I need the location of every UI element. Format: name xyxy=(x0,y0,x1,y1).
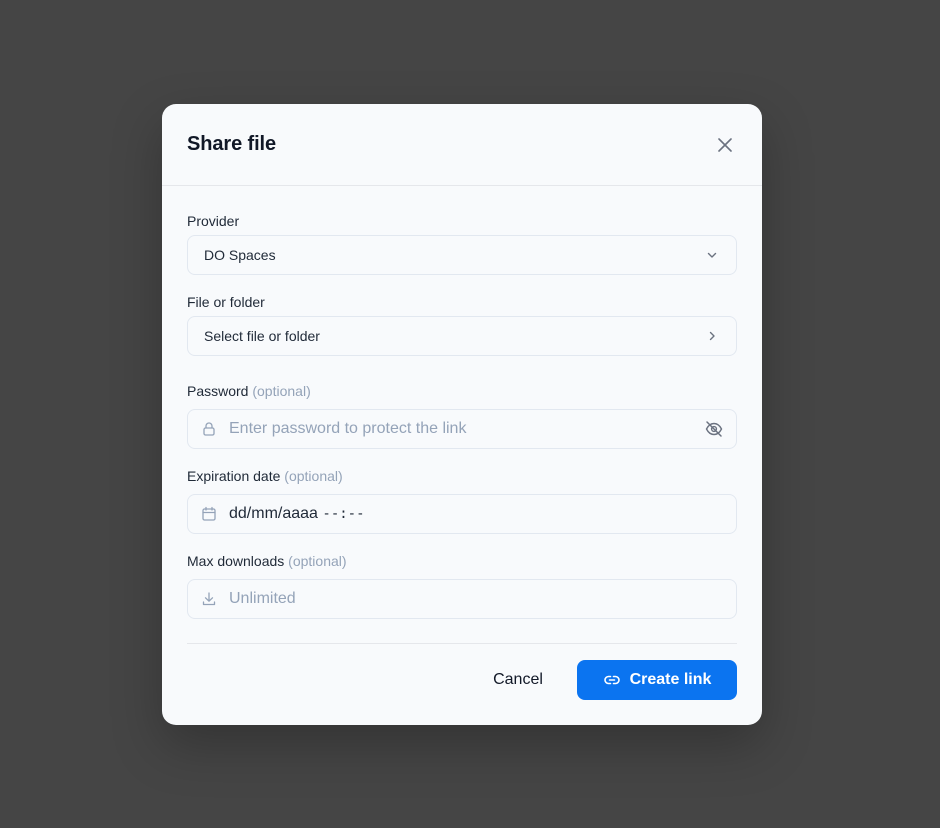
max-downloads-field xyxy=(187,579,737,619)
password-label: Password (optional) xyxy=(187,383,311,399)
toggle-password-visibility[interactable] xyxy=(704,419,724,439)
cancel-button[interactable]: Cancel xyxy=(478,660,558,700)
file-picker[interactable]: Select file or folder xyxy=(187,316,737,356)
password-field xyxy=(187,409,737,449)
password-optional: (optional) xyxy=(252,383,311,399)
chevron-right-icon xyxy=(704,328,720,344)
lock-icon xyxy=(201,421,217,437)
footer-divider xyxy=(187,643,737,644)
provider-select[interactable]: DO Spaces xyxy=(187,235,737,275)
eye-off-icon xyxy=(705,421,723,437)
download-icon xyxy=(201,591,217,607)
create-link-label: Create link xyxy=(629,671,712,688)
max-downloads-label: Max downloads (optional) xyxy=(187,553,347,569)
provider-value: DO Spaces xyxy=(204,247,276,263)
expiration-label: Expiration date (optional) xyxy=(187,468,343,484)
max-downloads-input[interactable] xyxy=(217,580,736,618)
create-link-button[interactable]: Create link xyxy=(577,660,737,700)
password-input[interactable] xyxy=(217,410,704,448)
time-placeholder: --:-- xyxy=(322,506,365,522)
calendar-icon xyxy=(201,506,217,522)
max-downloads-optional: (optional) xyxy=(288,553,347,569)
chevron-down-icon xyxy=(704,247,720,263)
expiration-date-input[interactable]: dd/mm/aaaa --:-- xyxy=(187,494,737,534)
share-file-dialog: Share file Provider DO Spaces File or fo… xyxy=(162,104,762,725)
close-icon xyxy=(718,138,732,152)
date-placeholder: dd/mm/aaaa xyxy=(229,505,318,522)
expiration-optional: (optional) xyxy=(284,468,343,484)
close-button[interactable] xyxy=(716,136,734,154)
provider-label: Provider xyxy=(187,213,240,229)
file-label: File or folder xyxy=(187,294,265,310)
dialog-header: Share file xyxy=(162,104,762,186)
file-value: Select file or folder xyxy=(204,328,320,344)
link-icon xyxy=(603,675,620,685)
dialog-title: Share file xyxy=(187,133,277,155)
